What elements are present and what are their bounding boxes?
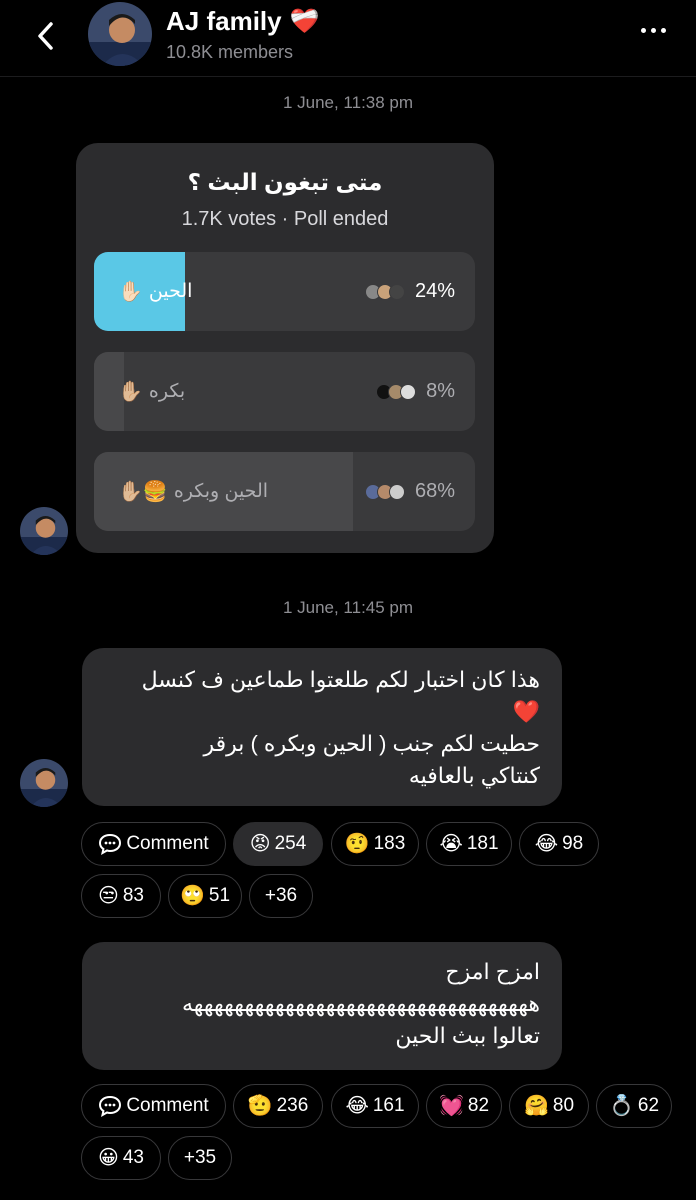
poll-option[interactable]: ✋🏼🍔 الحين وبكره 68% <box>94 452 475 531</box>
voter-avatars <box>376 383 417 400</box>
grinning-face-icon: 😀 <box>98 1147 119 1169</box>
chat-header: AJ family ❤️‍🩹 10.8K members <box>0 0 696 77</box>
hand-and-burger-icon: ✋🏼🍔 <box>118 480 168 503</box>
more-reactions-chip[interactable]: +36 <box>249 874 313 918</box>
message-line: تعالوا ببث الحين <box>395 1023 540 1048</box>
reaction-chip[interactable]: 😂 161 <box>331 1084 419 1128</box>
comment-icon <box>99 1095 122 1117</box>
reaction-chip[interactable]: 😀 43 <box>81 1136 161 1180</box>
more-options-button[interactable] <box>641 28 666 33</box>
poll-question: متى تبغون البث ؟ <box>187 169 383 195</box>
unamused-face-icon: 😒 <box>98 885 119 907</box>
chevron-left-icon <box>38 22 53 50</box>
sender-avatar[interactable] <box>20 507 68 555</box>
voter-avatars <box>364 283 405 300</box>
reaction-chip[interactable]: 💍 62 <box>596 1084 672 1128</box>
poll-meta: 1.7K votes · Poll ended <box>181 208 389 230</box>
comment-label: Comment <box>126 1095 209 1116</box>
raised-eyebrow-face-icon: 🤨 <box>344 833 370 855</box>
message-bubble[interactable]: هذا كان اختبار لكم طلعتوا طماعين ف كنسل … <box>82 648 562 806</box>
tears-of-joy-face-icon: 😂 <box>534 833 559 855</box>
group-title[interactable]: AJ family <box>166 6 282 37</box>
poll-option-label: بكره <box>148 381 186 402</box>
comment-icon <box>99 833 122 855</box>
reaction-count: +35 <box>183 1147 217 1168</box>
reaction-count: 62 <box>637 1095 660 1116</box>
reaction-count: 80 <box>552 1095 575 1116</box>
crying-face-icon: 😭 <box>439 833 463 855</box>
dot-icon <box>651 28 656 33</box>
poll-option[interactable]: ✋🏻 الحين 24% <box>94 252 475 331</box>
poll-option-label: الحين وبكره <box>173 481 269 502</box>
saluting-face-icon: 🫡 <box>247 1095 273 1117</box>
timestamp: 1 June, 11:45 pm <box>282 598 414 617</box>
reaction-count: +36 <box>264 885 298 906</box>
reaction-count: 183 <box>373 833 406 854</box>
reaction-count: 43 <box>122 1147 144 1168</box>
reaction-chip[interactable]: 🙄 51 <box>168 874 242 918</box>
message-line: هذا كان اختبار لكم طلعتوا طماعين ف كنسل <box>141 667 540 692</box>
poll-option-label: الحين <box>148 281 193 302</box>
message-line: حطيت لكم جنب ( الحين وبكره ) برقر <box>203 731 540 756</box>
comment-button[interactable]: Comment <box>81 1084 226 1128</box>
poll-option-percent: 8% <box>426 380 455 402</box>
poll-option-percent: 68% <box>414 480 455 502</box>
reaction-chip[interactable]: 🤗 80 <box>509 1084 589 1128</box>
reaction-chip[interactable]: 😡 254 <box>233 822 323 866</box>
reaction-count: 181 <box>466 833 499 854</box>
more-reactions-chip[interactable]: +35 <box>168 1136 232 1180</box>
comment-label: Comment <box>126 833 209 854</box>
sender-avatar[interactable] <box>20 759 68 807</box>
reaction-count: 83 <box>122 885 144 906</box>
tears-of-joy-face-icon: 😂 <box>345 1095 369 1117</box>
poll-option-percent: 24% <box>414 280 455 302</box>
beating-heart-icon: 💓 <box>438 1095 464 1117</box>
eye-roll-face-icon: 🙄 <box>179 885 205 907</box>
reaction-count: 51 <box>208 885 231 906</box>
reaction-chip[interactable]: 🫡 236 <box>233 1084 323 1128</box>
poll-option[interactable]: ✋🏼 بكره 8% <box>94 352 475 431</box>
message-line: ههههههههههههههههههههههههههههههههههه <box>181 991 540 1016</box>
mending-heart-icon: ❤️‍🩹 <box>289 7 320 35</box>
member-count: 10.8K members <box>166 42 294 62</box>
ring-icon: 💍 <box>608 1095 634 1117</box>
reaction-chip[interactable]: 😭 181 <box>426 822 512 866</box>
message-line: ❤️ <box>512 699 540 724</box>
raised-hand-icon: ✋🏼 <box>118 380 143 403</box>
reaction-count: 236 <box>276 1095 309 1116</box>
message-line: امزح امزح <box>445 959 540 984</box>
poll-card: متى تبغون البث ؟ 1.7K votes · Poll ended… <box>76 143 494 553</box>
reaction-chip[interactable]: 🤨 183 <box>331 822 419 866</box>
comment-button[interactable]: Comment <box>81 822 226 866</box>
reaction-count: 254 <box>274 833 307 854</box>
timestamp: 1 June, 11:38 pm <box>282 93 414 112</box>
message-line: كنتاكي بالعافيه <box>408 763 540 788</box>
group-avatar[interactable] <box>88 2 152 66</box>
reaction-count: 161 <box>372 1095 405 1116</box>
voter-avatars <box>364 483 405 500</box>
reaction-chip[interactable]: 😂 98 <box>519 822 599 866</box>
back-button[interactable] <box>30 18 62 54</box>
raised-hand-icon: ✋🏻 <box>118 280 143 303</box>
reaction-chip[interactable]: 💓 82 <box>426 1084 502 1128</box>
hugging-face-icon: 🤗 <box>523 1095 549 1117</box>
reaction-count: 82 <box>467 1095 490 1116</box>
angry-face-icon: 😡 <box>249 833 271 855</box>
reaction-count: 98 <box>562 833 584 854</box>
dot-icon <box>661 28 666 33</box>
message-bubble[interactable]: امزح امزح هههههههههههههههههههههههههههههه… <box>82 942 562 1070</box>
dot-icon <box>641 28 646 33</box>
reaction-chip[interactable]: 😒 83 <box>81 874 161 918</box>
